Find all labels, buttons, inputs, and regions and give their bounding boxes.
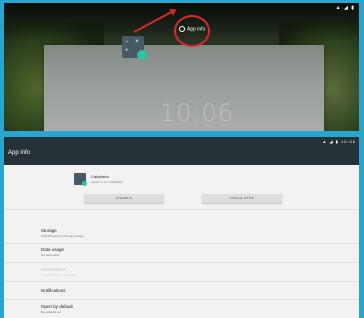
app-info-screen: ▲ ◢ ▮ 10:06 App info Calculator version … xyxy=(4,137,359,318)
calculator-icon xyxy=(74,173,87,186)
row-title: Notifications xyxy=(41,288,66,293)
divider xyxy=(4,243,359,244)
page-title: App info xyxy=(8,150,31,156)
app-info-drop-target[interactable]: App info xyxy=(174,15,210,47)
disable-button[interactable]: DISABLE xyxy=(84,194,164,203)
calculator-app-icon-dragged[interactable]: − × + xyxy=(122,36,147,60)
home-screen: 10:06 ▲ ◢ ▮ App info − × + xyxy=(4,3,359,131)
equals-badge xyxy=(137,50,147,60)
divider xyxy=(4,281,359,282)
app-name: Calculator xyxy=(91,174,110,179)
row-title: Open by default xyxy=(41,304,73,309)
row-subtitle: No defaults set xyxy=(41,310,62,314)
divider xyxy=(4,209,359,210)
row-title: Permissions xyxy=(41,267,66,272)
row-title: Storage xyxy=(41,228,57,233)
notifications-row[interactable]: Notifications xyxy=(41,288,66,293)
row-subtitle: 8.00 KB used in internal storage xyxy=(41,234,84,238)
equals-badge xyxy=(82,181,87,186)
permissions-row: Permissions No permissions requested xyxy=(41,267,76,277)
minus-symbol: − xyxy=(125,39,129,45)
app-info-panel: ▲ ◢ ▮ 10:06 App info Calculator version … xyxy=(0,134,364,318)
status-bar: ▲ ◢ ▮ 10:06 xyxy=(322,139,356,144)
open-by-default-row[interactable]: Open by default No defaults set xyxy=(41,304,73,314)
row-subtitle: No data used xyxy=(41,253,59,257)
row-subtitle: No permissions requested xyxy=(41,273,76,277)
times-symbol: × xyxy=(135,39,139,45)
plus-symbol: + xyxy=(125,48,129,54)
divider xyxy=(4,299,359,300)
info-icon xyxy=(179,26,185,32)
home-screen-panel: 10:06 ▲ ◢ ▮ App info − × + xyxy=(0,0,364,134)
data-usage-row[interactable]: Data usage No data used xyxy=(41,247,64,257)
app-bar: ▲ ◢ ▮ 10:06 App info xyxy=(4,137,359,165)
divider xyxy=(4,262,359,263)
app-info-label-wrap: App info xyxy=(179,26,205,32)
storage-row[interactable]: Storage 8.00 KB used in internal storage xyxy=(41,228,84,238)
status-bar-icons: ▲ ◢ ▮ xyxy=(335,5,355,11)
row-title: Data usage xyxy=(41,247,65,252)
force-stop-button[interactable]: FORCE STOP xyxy=(202,194,282,203)
app-version: version 7.1.2 (4223425) xyxy=(91,180,123,184)
app-info-target-label: App info xyxy=(187,26,206,33)
